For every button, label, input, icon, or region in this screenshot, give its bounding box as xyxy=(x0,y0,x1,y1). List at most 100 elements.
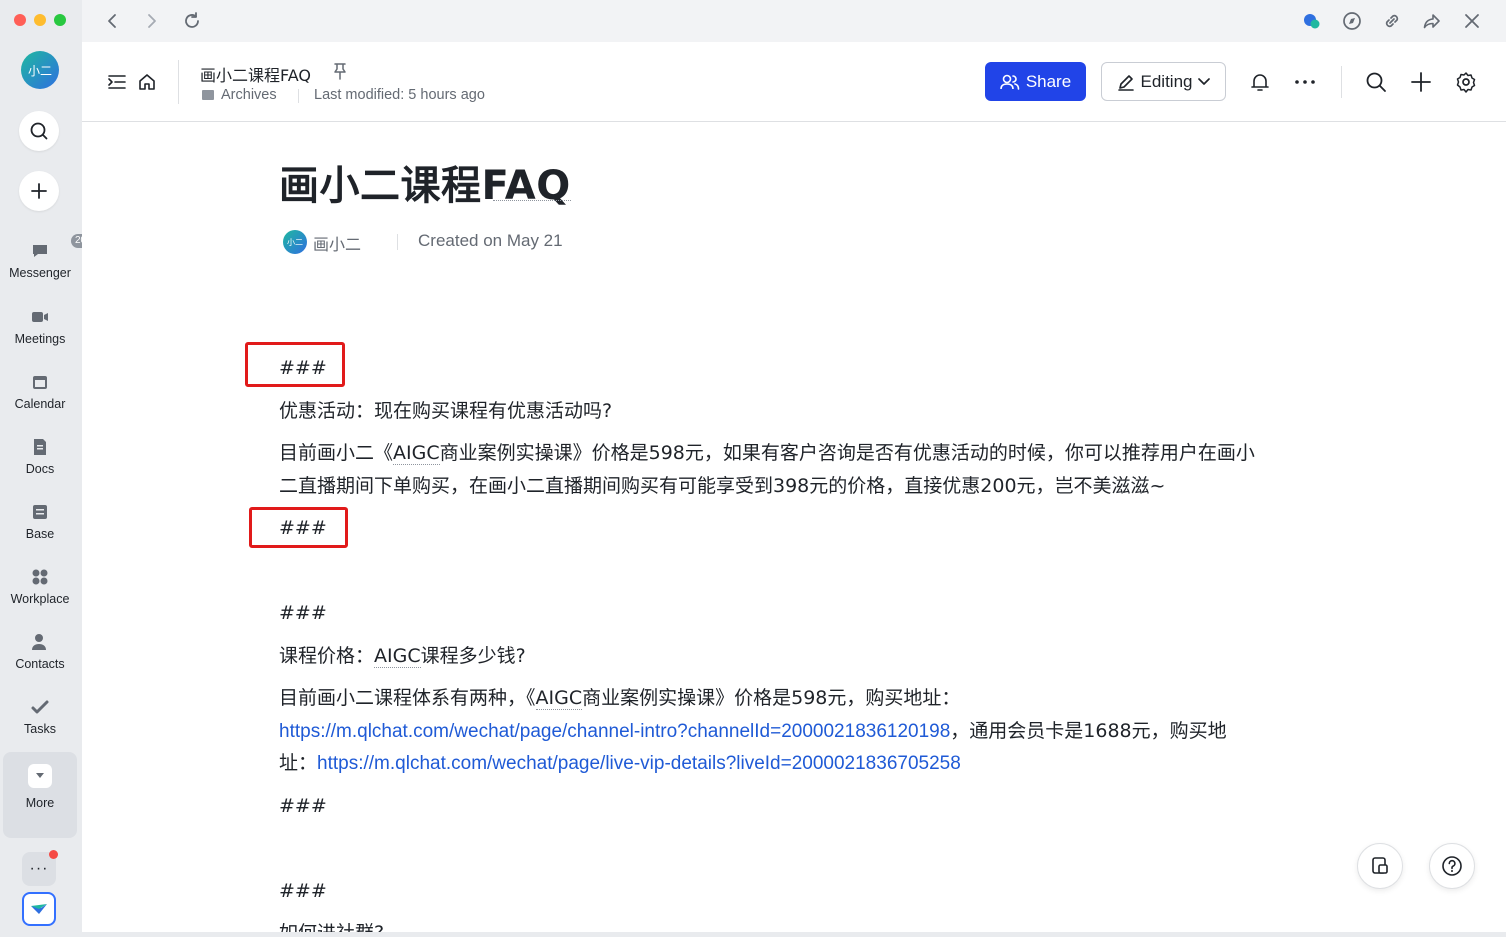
created-date: Created on May 21 xyxy=(418,231,563,250)
divider xyxy=(1341,66,1342,98)
plus-icon xyxy=(31,183,47,199)
help-button[interactable] xyxy=(1429,843,1475,889)
rail-item-label: Workplace xyxy=(10,592,70,606)
section-1-answer-line-1[interactable]: 目前画小二《AIGC商业案例实操课》价格是598元，如果有客户咨询是否有优惠活动… xyxy=(279,437,1255,470)
text-run: AIGC xyxy=(393,442,440,465)
text-run: 目前画小二课程体系有两种，《 xyxy=(279,687,536,709)
user-avatar[interactable]: 小二 xyxy=(21,51,59,89)
rail-item-meetings[interactable]: Meetings xyxy=(0,306,80,346)
pin-icon[interactable] xyxy=(332,62,348,85)
editing-mode-dropdown[interactable]: Editing xyxy=(1101,62,1226,101)
settings-button[interactable] xyxy=(1455,71,1477,93)
text-run: 址： xyxy=(279,752,318,774)
author-avatar[interactable]: 小二 xyxy=(283,230,307,254)
section-2-answer-line-2: https://m.qlchat.com/wechat/page/channel… xyxy=(279,715,1227,748)
more-label: More xyxy=(25,796,55,810)
doc-header: 画小二课程FAQ Archives Last modified: 5 hours… xyxy=(82,42,1506,122)
refresh-button[interactable] xyxy=(182,11,202,31)
help-icon xyxy=(1442,856,1462,876)
maximize-window-button[interactable] xyxy=(54,14,66,26)
search-button[interactable] xyxy=(19,111,59,151)
ai-assistant-button[interactable] xyxy=(1302,11,1322,31)
document-body: 画小二课程FAQ 小二 画小二 Created on May 21 ### 优惠… xyxy=(82,123,1506,932)
home-button[interactable] xyxy=(136,71,158,93)
last-modified-text: Last modified: 5 hours ago xyxy=(314,87,485,103)
rail-item-docs[interactable]: Docs xyxy=(0,436,80,476)
left-rail: 小二 20 Messenger Meetings Calendar Docs B… xyxy=(0,0,91,937)
section-3-question[interactable]: 如何进社群? xyxy=(279,917,384,932)
share-button[interactable]: Share xyxy=(985,62,1086,101)
link-icon xyxy=(1385,14,1399,28)
annotation-box xyxy=(245,342,345,387)
ai-assistant-icon xyxy=(1304,14,1320,29)
rail-item-label: Base xyxy=(25,527,55,541)
search-icon xyxy=(30,122,48,140)
annotation-box xyxy=(249,507,348,548)
section-1-answer-line-2[interactable]: 二直播期间下单购买，在画小二直播期间购买有可能享受到398元的价格，直接优惠20… xyxy=(279,470,1165,503)
rail-item-tasks[interactable]: Tasks xyxy=(0,696,80,736)
chevron-down-icon xyxy=(1198,77,1211,85)
section-3-heading-marker[interactable]: ### xyxy=(279,875,327,908)
membership-purchase-link[interactable]: https://m.qlchat.com/wechat/page/live-vi… xyxy=(317,753,961,774)
rail-item-label: Messenger xyxy=(9,266,71,280)
text-run: 课程价格： xyxy=(279,645,375,667)
users-icon xyxy=(1000,74,1020,90)
author-name[interactable]: 画小二 xyxy=(313,231,361,255)
section-2-end-marker[interactable]: ### xyxy=(279,790,327,823)
calendar-icon xyxy=(33,376,47,389)
section-2-heading-marker[interactable]: ### xyxy=(279,597,327,630)
document-title[interactable]: 画小二课程FAQ xyxy=(279,153,571,211)
rail-item-label: Calendar xyxy=(14,397,66,411)
plus-icon xyxy=(1411,72,1431,92)
rail-item-calendar[interactable]: Calendar xyxy=(0,371,80,411)
notes-icon xyxy=(1372,857,1388,874)
rail-item-messenger[interactable]: 20 Messenger xyxy=(0,234,91,280)
notifications-button[interactable] xyxy=(1249,71,1271,93)
ellipsis-icon xyxy=(1295,80,1315,84)
divider xyxy=(178,60,179,104)
create-button[interactable] xyxy=(19,171,59,211)
section-1-question[interactable]: 优惠活动：现在购买课程有优惠活动吗? xyxy=(279,395,612,428)
home-icon xyxy=(139,74,155,90)
close-tab-button[interactable] xyxy=(1462,11,1482,31)
main-window: 画小二课程FAQ Archives Last modified: 5 hours… xyxy=(82,0,1506,932)
course-purchase-link[interactable]: https://m.qlchat.com/wechat/page/channel… xyxy=(279,721,950,742)
text-run: 商业案例实操课》价格是598元，购买地址： xyxy=(582,687,961,709)
forward-share-button[interactable] xyxy=(1422,11,1442,31)
compass-button[interactable] xyxy=(1342,11,1362,31)
grid-icon xyxy=(32,569,48,585)
section-2-answer-line-3: 址：https://m.qlchat.com/wechat/page/live-… xyxy=(279,747,961,780)
section-2-answer-line-1[interactable]: 目前画小二课程体系有两种，《AIGC商业案例实操课》价格是598元，购买地址： xyxy=(279,682,960,715)
text-run: 商业案例实操课》价格是598元，如果有客户咨询是否有优惠活动的时候，你可以推荐用… xyxy=(439,442,1255,464)
close-icon xyxy=(1465,14,1479,28)
copy-link-button[interactable] xyxy=(1382,11,1402,31)
outline-toggle-button[interactable] xyxy=(106,71,128,93)
chat-icon xyxy=(33,245,47,257)
browser-toolbar xyxy=(82,0,1506,42)
doc-search-button[interactable] xyxy=(1365,71,1387,93)
minimize-window-button[interactable] xyxy=(34,14,46,26)
rail-more-button[interactable]: More xyxy=(3,752,77,838)
rail-item-label: Contacts xyxy=(15,657,65,671)
comments-button[interactable] xyxy=(1357,843,1403,889)
spellcheck-underline xyxy=(493,200,571,201)
app-logo[interactable] xyxy=(22,892,56,926)
chevron-right-icon xyxy=(148,14,156,28)
outline-icon xyxy=(108,75,126,89)
back-button[interactable] xyxy=(102,11,122,31)
insert-button[interactable] xyxy=(1410,71,1432,93)
close-window-button[interactable] xyxy=(14,14,26,26)
doc-title-breadcrumb[interactable]: 画小二课程FAQ xyxy=(200,62,311,86)
section-2-question[interactable]: 课程价格：AIGC课程多少钱? xyxy=(279,640,526,673)
rail-item-workplace[interactable]: Workplace xyxy=(0,566,80,606)
rail-item-label: Docs xyxy=(25,462,55,476)
rail-item-contacts[interactable]: Contacts xyxy=(0,631,80,671)
folder-breadcrumb[interactable]: Archives xyxy=(221,87,277,103)
rail-item-base[interactable]: Base xyxy=(0,501,80,541)
compass-icon xyxy=(1343,12,1361,30)
more-options-button[interactable] xyxy=(1294,71,1316,93)
video-camera-icon xyxy=(32,312,48,322)
text-run: AIGC xyxy=(374,645,421,668)
pencil-icon xyxy=(1117,74,1134,91)
forward-button[interactable] xyxy=(142,11,162,31)
